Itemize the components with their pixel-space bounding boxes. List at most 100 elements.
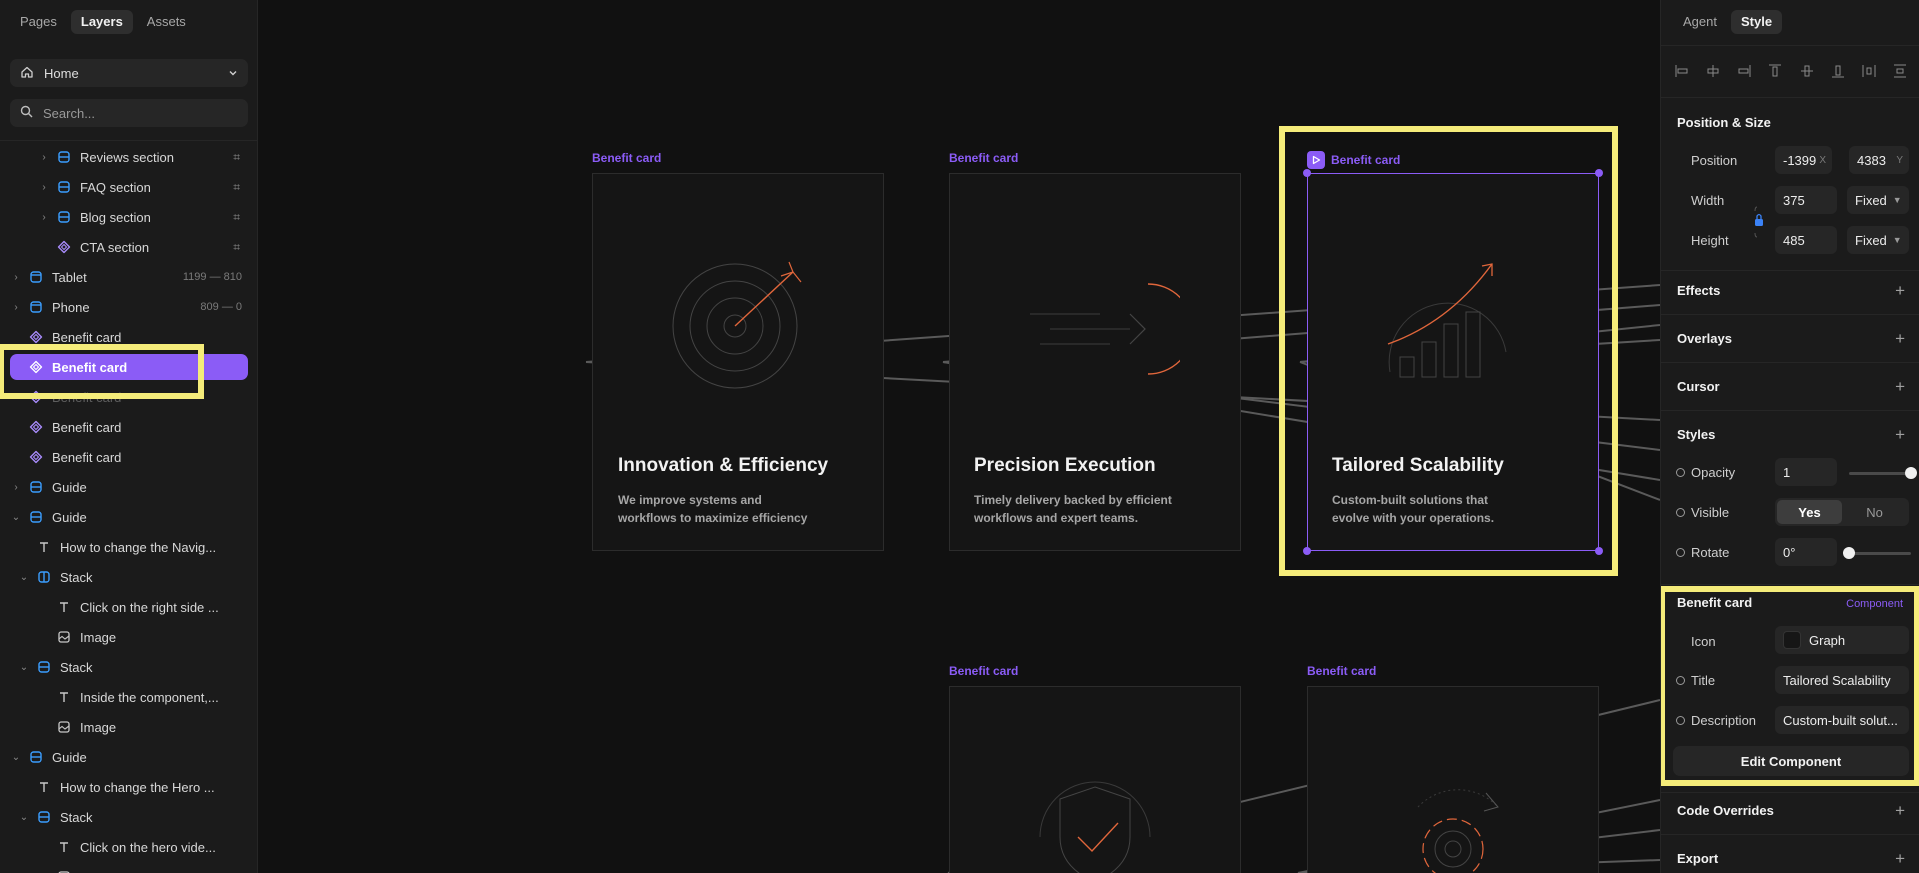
- layer-row[interactable]: Click on the hero vide...: [10, 834, 248, 860]
- layer-row[interactable]: Image: [10, 864, 248, 873]
- layer-row[interactable]: › Blog section ⌗: [10, 204, 248, 230]
- section-title-export[interactable]: Export: [1677, 851, 1718, 866]
- layer-row[interactable]: Benefit card: [10, 354, 248, 380]
- benefit-card-settings[interactable]: [1307, 686, 1599, 873]
- width-mode-select[interactable]: Fixed ▼: [1847, 186, 1909, 214]
- layer-row[interactable]: › Tablet 1199 — 810: [10, 264, 248, 290]
- align-bottom-icon[interactable]: [1829, 62, 1847, 80]
- distribute-h-icon[interactable]: [1860, 62, 1878, 80]
- tab-pages[interactable]: Pages: [10, 10, 67, 34]
- frame-label[interactable]: Benefit card: [592, 151, 661, 165]
- expand-chevron-icon[interactable]: ›: [10, 272, 22, 283]
- layer-row[interactable]: CTA section ⌗: [10, 234, 248, 260]
- layer-row[interactable]: Image: [10, 714, 248, 740]
- layer-row[interactable]: › Phone 809 — 0: [10, 294, 248, 320]
- layer-row[interactable]: How to change the Navig...: [10, 534, 248, 560]
- layer-row[interactable]: Benefit card: [10, 414, 248, 440]
- layer-row[interactable]: ⌄ Guide: [10, 504, 248, 530]
- layer-row[interactable]: Click on the right side ...: [10, 594, 248, 620]
- rotate-input[interactable]: 0°: [1775, 538, 1837, 566]
- benefit-card-precision[interactable]: Precision Execution Timely delivery back…: [949, 173, 1241, 551]
- layer-row[interactable]: Inside the component,...: [10, 684, 248, 710]
- visible-no-option[interactable]: No: [1842, 500, 1907, 524]
- section-title-effects[interactable]: Effects: [1677, 283, 1720, 298]
- height-input[interactable]: 485: [1775, 226, 1837, 254]
- add-cursor-icon[interactable]: +: [1895, 378, 1905, 395]
- add-effect-icon[interactable]: +: [1895, 282, 1905, 299]
- tab-agent[interactable]: Agent: [1673, 10, 1727, 34]
- page-select[interactable]: Home: [10, 59, 248, 87]
- expand-chevron-icon[interactable]: ›: [38, 212, 50, 223]
- layer-row[interactable]: How to change the Hero ...: [10, 774, 248, 800]
- design-canvas[interactable]: Benefit card Innovation & Efficiency We …: [258, 0, 1660, 873]
- position-x-input[interactable]: -1399 X: [1775, 146, 1832, 174]
- benefit-card-innovation[interactable]: Innovation & Efficiency We improve syste…: [592, 173, 884, 551]
- rotate-slider-handle[interactable]: [1843, 547, 1855, 559]
- section-title-cursor[interactable]: Cursor: [1677, 379, 1720, 394]
- expand-chevron-icon[interactable]: ⌄: [10, 512, 22, 523]
- tab-style[interactable]: Style: [1730, 10, 1783, 34]
- add-overlay-icon[interactable]: +: [1895, 330, 1905, 347]
- section-title-code-overrides[interactable]: Code Overrides: [1677, 803, 1774, 818]
- benefit-card-security[interactable]: [949, 686, 1241, 873]
- align-left-icon[interactable]: [1673, 62, 1691, 80]
- layer-row[interactable]: Benefit card: [10, 384, 248, 410]
- add-style-icon[interactable]: +: [1895, 426, 1905, 443]
- selected-frame-label[interactable]: Benefit card: [1307, 151, 1400, 169]
- resize-handle[interactable]: [1595, 547, 1603, 555]
- layer-row[interactable]: › FAQ section ⌗: [10, 174, 248, 200]
- layer-row[interactable]: ⌄ Stack: [10, 804, 248, 830]
- expand-chevron-icon[interactable]: ⌄: [10, 752, 22, 763]
- distribute-v-icon[interactable]: [1891, 62, 1909, 80]
- align-right-icon[interactable]: [1735, 62, 1753, 80]
- expand-chevron-icon[interactable]: ›: [10, 302, 22, 313]
- visible-yes-option[interactable]: Yes: [1777, 500, 1842, 524]
- height-mode-select[interactable]: Fixed ▼: [1847, 226, 1909, 254]
- add-code-override-icon[interactable]: +: [1895, 802, 1905, 819]
- resize-handle[interactable]: [1595, 169, 1603, 177]
- resize-handle[interactable]: [1303, 169, 1311, 177]
- resize-handle[interactable]: [1303, 547, 1311, 555]
- align-center-h-icon[interactable]: [1704, 62, 1722, 80]
- grid-icon: ⌗: [233, 179, 240, 194]
- frame-label[interactable]: Benefit card: [949, 151, 1018, 165]
- layer-row[interactable]: ⌄ Stack: [10, 654, 248, 680]
- title-prop-input[interactable]: Tailored Scalability: [1775, 666, 1909, 694]
- description-prop-input[interactable]: Custom-built solut...: [1775, 706, 1909, 734]
- section-title-styles[interactable]: Styles: [1677, 427, 1715, 442]
- layer-row[interactable]: › Reviews section ⌗: [10, 144, 248, 170]
- rotate-slider[interactable]: [1849, 552, 1911, 555]
- lock-aspect-icon[interactable]: [1752, 205, 1766, 242]
- expand-chevron-icon[interactable]: ⌄: [18, 812, 30, 823]
- tab-layers[interactable]: Layers: [70, 10, 133, 34]
- layers-search[interactable]: Search...: [10, 99, 248, 127]
- expand-chevron-icon[interactable]: ⌄: [18, 662, 30, 673]
- search-input[interactable]: Search...: [43, 106, 95, 121]
- frame-label[interactable]: Benefit card: [1307, 664, 1376, 678]
- benefit-card-scalability[interactable]: Tailored Scalability Custom-built soluti…: [1303, 169, 1603, 555]
- expand-chevron-icon[interactable]: ›: [10, 482, 22, 493]
- edit-component-button[interactable]: Edit Component: [1673, 746, 1909, 776]
- opacity-slider[interactable]: [1849, 472, 1911, 475]
- expand-chevron-icon[interactable]: ⌄: [18, 572, 30, 583]
- layer-row[interactable]: ⌄ Guide: [10, 744, 248, 770]
- opacity-slider-handle[interactable]: [1905, 467, 1917, 479]
- layer-row[interactable]: Benefit card: [10, 444, 248, 470]
- align-top-icon[interactable]: [1766, 62, 1784, 80]
- layer-row[interactable]: Benefit card: [10, 324, 248, 350]
- expand-chevron-icon[interactable]: ›: [38, 152, 50, 163]
- position-y-input[interactable]: 4383 Y: [1849, 146, 1909, 174]
- icon-prop-select[interactable]: Graph: [1775, 626, 1909, 654]
- frame-label[interactable]: Benefit card: [949, 664, 1018, 678]
- layer-row[interactable]: › Guide: [10, 474, 248, 500]
- visible-toggle[interactable]: Yes No: [1775, 498, 1909, 526]
- expand-chevron-icon[interactable]: ›: [38, 182, 50, 193]
- layer-row[interactable]: Image: [10, 624, 248, 650]
- width-input[interactable]: 375: [1775, 186, 1837, 214]
- align-center-v-icon[interactable]: [1798, 62, 1816, 80]
- layer-row[interactable]: ⌄ Stack: [10, 564, 248, 590]
- add-export-icon[interactable]: +: [1895, 850, 1905, 867]
- section-title-overlays[interactable]: Overlays: [1677, 331, 1732, 346]
- tab-assets[interactable]: Assets: [137, 10, 196, 34]
- opacity-input[interactable]: 1: [1775, 458, 1837, 486]
